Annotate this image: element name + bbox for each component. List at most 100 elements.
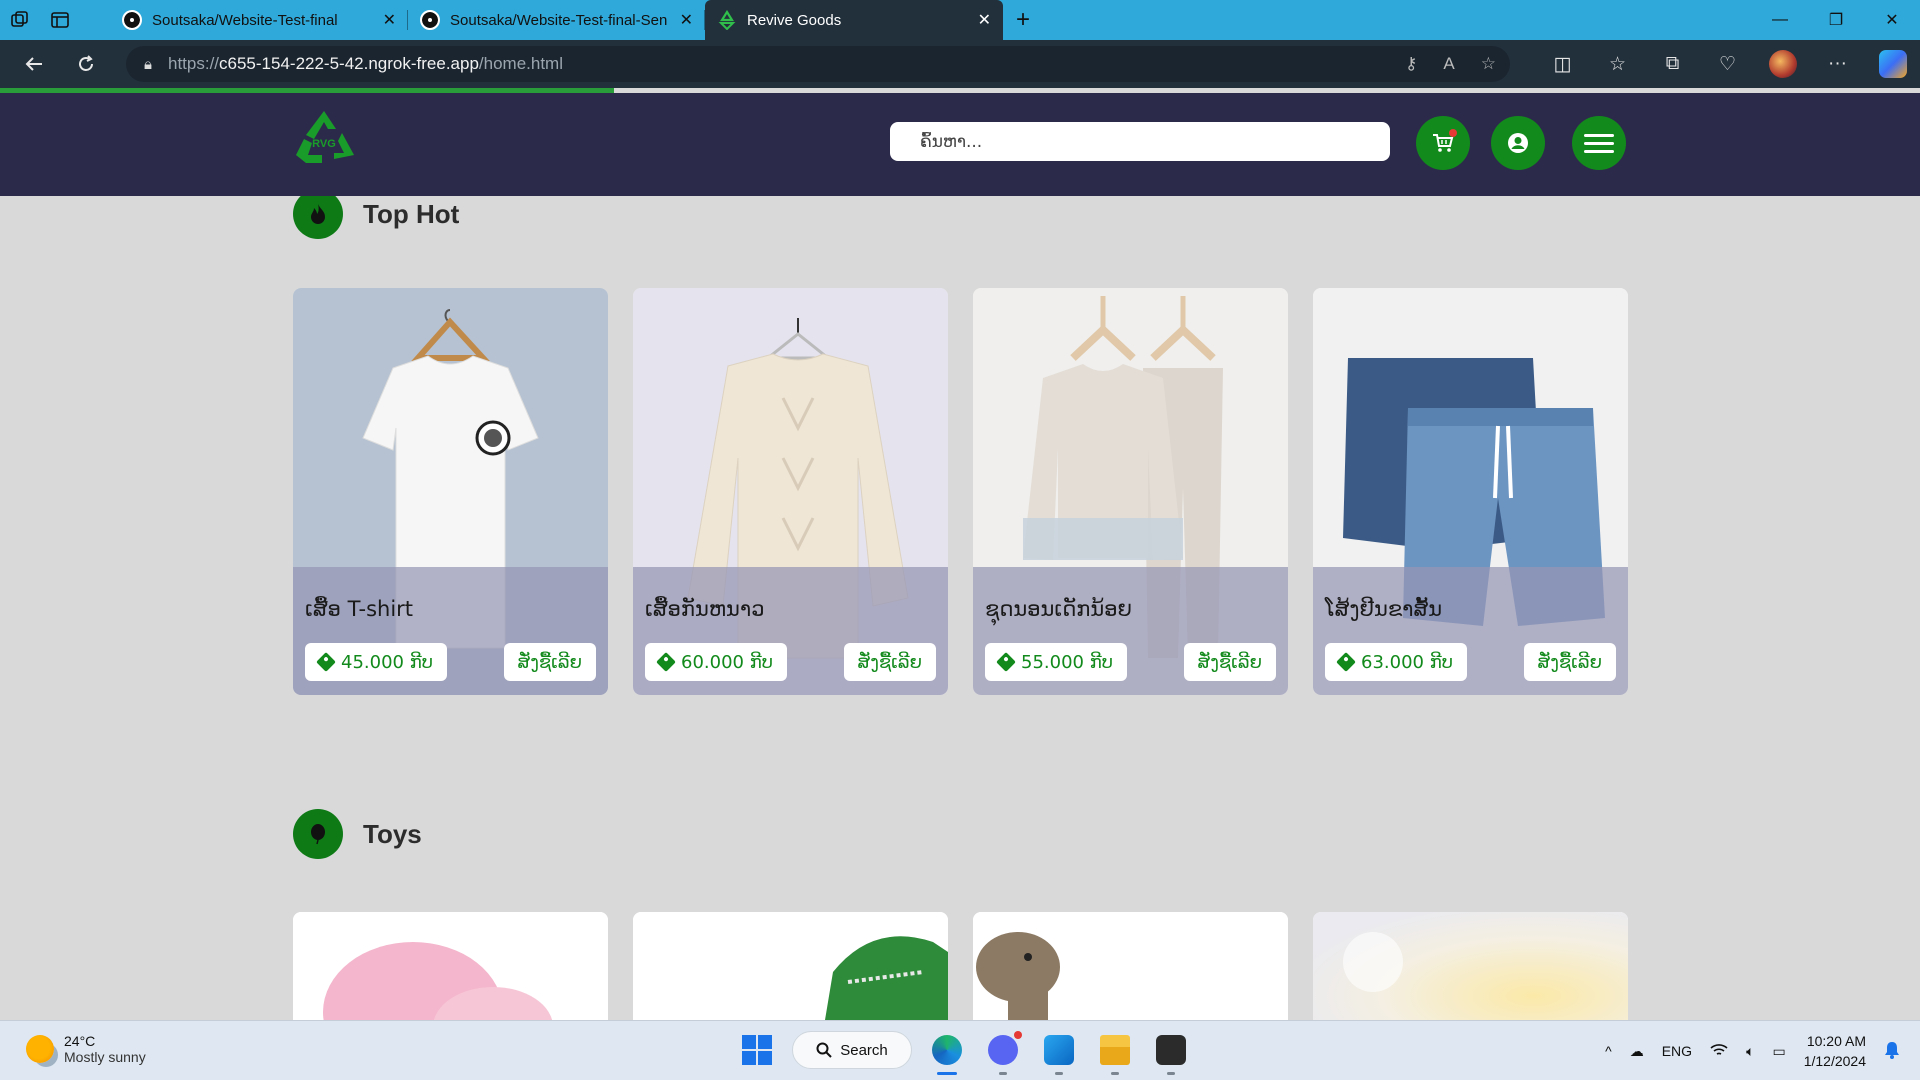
minimize-icon[interactable]: — xyxy=(1752,0,1808,40)
lock-icon[interactable]: 🔒︎ xyxy=(144,56,152,73)
tag-icon xyxy=(996,652,1016,672)
toy-product-image xyxy=(1313,912,1628,1020)
product-card[interactable]: ເສື້ອກັນຫນາວ 60.000 ກີບ ສັ່ງຊື້ເລີຍ xyxy=(633,288,948,695)
language-indicator[interactable]: ENG xyxy=(1662,1043,1692,1059)
url-path: /home.html xyxy=(478,54,563,73)
onedrive-cloud-icon[interactable]: ☁ xyxy=(1630,1043,1644,1060)
section-title: Toys xyxy=(363,818,422,849)
product-card[interactable] xyxy=(1313,912,1628,1020)
clock-date: 1/12/2024 xyxy=(1803,1053,1866,1069)
key-icon[interactable]: ⚷ xyxy=(1405,54,1417,74)
cart-button[interactable] xyxy=(1416,116,1470,170)
close-icon[interactable]: ✕ xyxy=(383,10,396,30)
file-explorer-app[interactable] xyxy=(1094,1029,1136,1075)
wifi-icon[interactable] xyxy=(1710,1043,1728,1060)
search-label: Search xyxy=(840,1041,888,1059)
tab-title: Soutsaka/Website-Test-final xyxy=(152,11,338,29)
tab-github-1[interactable]: Soutsaka/Website-Test-final ✕ xyxy=(110,0,408,40)
windows-taskbar: 24°C Mostly sunny Search ^ ☁ ENG 🔈︎ ▭ 10… xyxy=(0,1020,1920,1080)
start-button[interactable] xyxy=(736,1029,778,1071)
clock-time: 10:20 AM xyxy=(1806,1033,1866,1049)
pink-plush-toy-image xyxy=(293,912,608,1020)
buy-now-button[interactable]: ສັ່ງຊື້ເລີຍ xyxy=(1183,643,1276,681)
tab-actions-icon[interactable] xyxy=(40,0,80,40)
menu-button[interactable] xyxy=(1572,116,1626,170)
favorites-icon[interactable]: ☆ xyxy=(1590,53,1645,76)
vscode-app[interactable] xyxy=(1038,1029,1080,1075)
taskbar-search[interactable]: Search xyxy=(792,1031,912,1069)
browser-essentials-icon[interactable]: ♡ xyxy=(1700,53,1755,76)
product-price: 63.000 ກີບ xyxy=(1361,651,1454,673)
taskbar-apps: Search xyxy=(736,1029,1192,1075)
read-aloud-icon[interactable]: A xyxy=(1443,54,1454,74)
edge-app[interactable] xyxy=(926,1029,968,1075)
tab-title: Revive Goods xyxy=(747,11,842,29)
product-grid-top-hot: ເສື້ອ T-shirt 45.000 ກີບ ສັ່ງຊື້ເລີຍ ເສື… xyxy=(293,288,1628,695)
tab-github-2[interactable]: Soutsaka/Website-Test-final-Sen ✕ xyxy=(408,0,705,40)
browser-tab-bar: Soutsaka/Website-Test-final ✕ Soutsaka/W… xyxy=(0,0,1920,40)
windows-logo-icon xyxy=(742,1035,772,1065)
edge-icon xyxy=(932,1035,962,1065)
profile-avatar[interactable] xyxy=(1755,50,1810,78)
close-icon[interactable]: ✕ xyxy=(978,10,991,30)
workspaces-icon[interactable] xyxy=(0,0,40,40)
user-circle-icon xyxy=(1508,133,1528,153)
product-card[interactable] xyxy=(633,912,948,1020)
discord-app[interactable] xyxy=(982,1029,1024,1075)
address-toolbar: 🔒︎ https://c655-154-222-5-42.ngrok-free.… xyxy=(0,40,1920,88)
search-input[interactable] xyxy=(890,122,1390,161)
battery-icon[interactable]: ▭ xyxy=(1772,1043,1785,1060)
collections-icon[interactable]: ⧉ xyxy=(1645,53,1700,75)
buy-now-button[interactable]: ສັ່ງຊື້ເລີຍ xyxy=(843,643,936,681)
system-tray: ^ ☁ ENG 🔈︎ ▭ 10:20 AM 1/12/2024 xyxy=(1605,1021,1900,1080)
product-card[interactable]: ເສື້ອ T-shirt 45.000 ກີບ ສັ່ງຊື້ເລີຍ xyxy=(293,288,608,695)
restore-icon[interactable]: ❐ xyxy=(1808,0,1864,40)
copilot-icon[interactable] xyxy=(1865,50,1920,78)
buy-now-button[interactable]: ສັ່ງຊື້ເລີຍ xyxy=(503,643,596,681)
section-header-top-hot: Top Hot xyxy=(293,196,459,239)
volume-icon[interactable]: 🔈︎ xyxy=(1746,1043,1754,1060)
product-card[interactable]: ຊຸດນອນເດັກນ້ອຍ 55.000 ກີບ ສັ່ງຊື້ເລີຍ xyxy=(973,288,1288,695)
terminal-app[interactable] xyxy=(1150,1029,1192,1075)
more-options-icon[interactable]: ··· xyxy=(1810,53,1865,75)
favorite-star-icon[interactable]: ☆ xyxy=(1481,54,1496,74)
split-screen-icon[interactable]: ◫ xyxy=(1535,53,1590,76)
account-button[interactable] xyxy=(1491,116,1545,170)
chevron-up-icon[interactable]: ^ xyxy=(1605,1043,1612,1059)
refresh-button[interactable] xyxy=(60,40,112,88)
product-price: 45.000 ກີບ xyxy=(341,651,434,673)
vscode-icon xyxy=(1044,1035,1074,1065)
url-scheme: https:// xyxy=(167,54,220,73)
tag-icon xyxy=(316,652,336,672)
url-field[interactable]: 🔒︎ https://c655-154-222-5-42.ngrok-free.… xyxy=(126,46,1510,82)
balloon-icon xyxy=(293,809,343,859)
notification-bell-icon[interactable] xyxy=(1884,1041,1900,1062)
rvg-logo[interactable]: RVG xyxy=(292,107,356,169)
terminal-icon xyxy=(1156,1035,1186,1065)
discord-icon xyxy=(988,1035,1018,1065)
product-card[interactable] xyxy=(973,912,1288,1020)
new-tab-button[interactable]: + xyxy=(1003,0,1043,40)
browser-tools: ◫ ☆ ⧉ ♡ ··· xyxy=(1535,40,1920,88)
tab-revive-goods[interactable]: Revive Goods ✕ xyxy=(705,0,1003,40)
product-name: ໂສ້ງຢີນຂາສັ້ນ xyxy=(1325,597,1443,621)
product-card[interactable] xyxy=(293,912,608,1020)
close-window-icon[interactable]: ✕ xyxy=(1864,0,1920,40)
product-card[interactable]: ໂສ້ງຢີນຂາສັ້ນ 63.000 ກີບ ສັ່ງຊື້ເລີຍ xyxy=(1313,288,1628,695)
buy-now-button[interactable]: ສັ່ງຊື້ເລີຍ xyxy=(1523,643,1616,681)
github-icon xyxy=(420,10,440,30)
tag-icon xyxy=(656,652,676,672)
logo-text: RVG xyxy=(312,138,336,150)
weather-widget[interactable]: 24°C Mostly sunny xyxy=(26,1033,146,1065)
back-button[interactable] xyxy=(8,40,60,88)
product-grid-toys xyxy=(293,912,1628,1020)
notification-dot xyxy=(1014,1031,1022,1039)
green-dinosaur-toy-image xyxy=(633,912,948,1020)
product-price: 60.000 ກີບ xyxy=(681,651,774,673)
clock[interactable]: 10:20 AM 1/12/2024 xyxy=(1804,1031,1866,1071)
close-icon[interactable]: ✕ xyxy=(680,10,693,30)
tab-title: Soutsaka/Website-Test-final-Sen xyxy=(450,11,668,29)
section-title: Top Hot xyxy=(363,198,460,229)
hamburger-icon xyxy=(1584,129,1614,158)
github-icon xyxy=(122,10,142,30)
